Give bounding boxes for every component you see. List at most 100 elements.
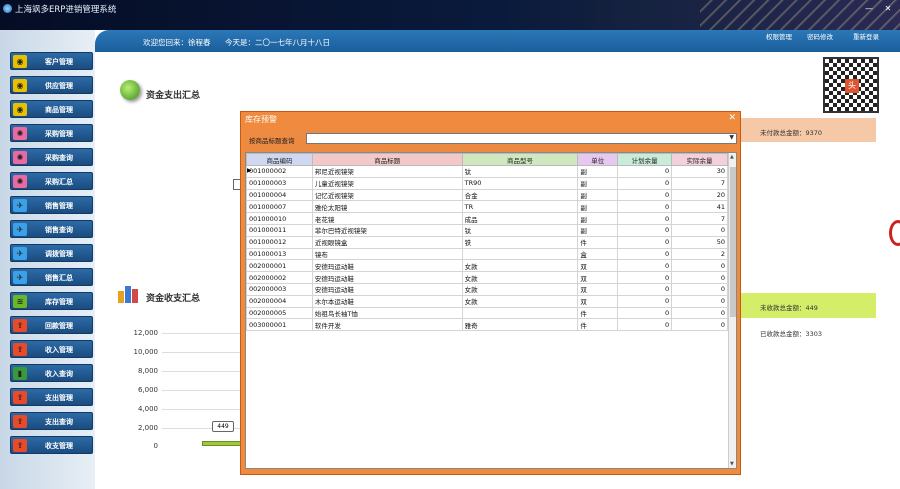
column-header[interactable]: 商品型号 [461, 153, 579, 166]
table-cell[interactable]: 邦尼近视镜架 [311, 165, 463, 178]
sidebar-item[interactable]: ⇪ 收支管理 [10, 436, 93, 454]
table-cell[interactable]: 30 [671, 165, 728, 178]
table-cell[interactable]: 001000012 [246, 235, 313, 249]
sidebar-item[interactable]: ≋ 库存管理 [10, 292, 93, 310]
table-cell[interactable]: 0 [617, 247, 673, 261]
table-cell[interactable]: 41 [671, 200, 728, 214]
sidebar-item[interactable]: ✈ 销售汇总 [10, 268, 93, 286]
minimize-button[interactable]: — [863, 4, 875, 14]
table-cell[interactable]: 盒 [577, 247, 619, 261]
vertical-scrollbar[interactable]: ▲ ▼ [728, 153, 736, 468]
table-cell[interactable]: 0 [671, 294, 728, 308]
table-cell[interactable]: 0 [671, 271, 728, 284]
table-cell[interactable]: 001000004 [246, 188, 313, 202]
close-window-button[interactable]: ✕ [882, 4, 894, 14]
scroll-down-icon[interactable]: ▼ [730, 461, 734, 467]
table-cell[interactable]: 件 [577, 306, 619, 320]
table-row[interactable]: 002000003 安德玛运动鞋 女款双 0 0 [246, 282, 728, 296]
table-cell[interactable]: 记忆近视镜架 [311, 188, 463, 202]
table-row[interactable]: 001000007 雅伦太阳镜 TR 副 0 41 [246, 200, 728, 214]
table-cell[interactable]: 7 [671, 176, 728, 190]
sidebar-item[interactable]: ⇪ 支出管理 [10, 388, 93, 406]
table-row[interactable]: 002000002 安德玛运动鞋 女款双 0 0 [246, 271, 728, 284]
table-cell[interactable]: 0 [617, 306, 673, 320]
sidebar-item[interactable]: ◉ 供应管理 [10, 76, 93, 94]
relogin-link[interactable]: 重新登录 [853, 31, 879, 41]
sidebar-item[interactable]: ✈ 销售管理 [10, 196, 93, 214]
table-cell[interactable]: 002000003 [246, 282, 313, 296]
sidebar-item[interactable]: ⇪ 收入管理 [10, 340, 93, 358]
table-row[interactable]: 001000013 镜布 盒 0 2 [246, 247, 728, 261]
sidebar-item[interactable]: ◉ 客户管理 [10, 52, 93, 70]
table-cell[interactable]: 双 [577, 259, 619, 273]
sidebar-item[interactable]: ◉ 商品管理 [10, 100, 93, 118]
table-cell[interactable]: 0 [617, 318, 673, 332]
table-cell[interactable]: 50 [671, 235, 728, 249]
table-cell[interactable]: 副 [577, 212, 619, 225]
table-cell[interactable]: 件 [577, 235, 619, 249]
sidebar-item[interactable]: ✺ 采购汇总 [10, 172, 93, 190]
table-cell[interactable]: 成品 [461, 212, 579, 225]
table-cell[interactable]: 001000010 [246, 212, 313, 225]
table-cell[interactable]: 女款 [461, 259, 579, 273]
table-cell[interactable]: 合金 [461, 188, 579, 202]
table-cell[interactable]: 20 [671, 188, 728, 202]
table-row[interactable]: 002000005 始祖鸟长袖T恤件 0 0 [246, 306, 728, 320]
table-cell[interactable]: 副 [577, 200, 619, 214]
sidebar-item[interactable]: ▮ 收入查询 [10, 364, 93, 382]
column-header[interactable]: 单位 [577, 153, 619, 166]
table-cell[interactable]: 雅奇 [461, 318, 579, 332]
table-cell[interactable]: 0 [671, 259, 728, 273]
change-password-link[interactable]: 密码修改 [807, 31, 833, 41]
sidebar-item[interactable]: ⇪ 回款管理 [10, 316, 93, 334]
table-cell[interactable]: 001000011 [246, 223, 313, 237]
table-cell[interactable]: 铁 [461, 235, 579, 249]
table-cell[interactable]: 安德玛运动鞋 [311, 259, 463, 273]
sidebar-item[interactable]: ⇪ 支出查询 [10, 412, 93, 430]
table-cell[interactable]: 始祖鸟长袖T恤 [311, 306, 463, 320]
table-cell[interactable]: 0 [617, 212, 673, 225]
table-cell[interactable]: 0 [617, 223, 673, 237]
chevron-down-icon[interactable]: ▼ [729, 134, 734, 141]
table-cell[interactable]: 002000001 [246, 259, 313, 273]
table-row[interactable]: 001000002 邦尼近视镜架钛副 0 30 [246, 165, 728, 178]
table-cell[interactable]: 钛 [461, 223, 579, 237]
table-cell[interactable]: 儿童近视镜架 [311, 176, 463, 190]
table-row[interactable]: 001000011 菲尔巴特近视镜架钛副 0 0 [246, 223, 728, 237]
table-row[interactable]: 002000004 木尔本运动鞋 女款双 0 0 [246, 294, 728, 308]
table-cell[interactable]: 002000002 [246, 271, 313, 284]
table-cell[interactable]: TR90 [461, 176, 579, 190]
table-row[interactable]: 003000001 软件开发 雅奇件 0 0 [246, 318, 728, 332]
table-cell[interactable]: 双 [577, 271, 619, 284]
table-row[interactable]: 002000001 安德玛运动鞋 女款双 0 0 [246, 259, 728, 273]
sidebar-item[interactable]: ✺ 采购管理 [10, 124, 93, 142]
table-cell[interactable] [461, 306, 579, 320]
table-cell[interactable]: 副 [577, 176, 619, 190]
table-cell[interactable]: 女款 [461, 282, 579, 296]
table-cell[interactable]: 001000003 [246, 176, 313, 190]
table-cell[interactable]: 002000005 [246, 306, 313, 320]
table-row[interactable]: 001000004 记忆近视镜架 合金副 0 20 [246, 188, 728, 202]
table-cell[interactable]: TR [461, 200, 579, 214]
sidebar-item[interactable]: ✺ 采购查询 [10, 148, 93, 166]
table-cell[interactable]: 2 [671, 247, 728, 261]
table-row[interactable]: 001000003 儿童近视镜架 TR90 副 0 7 [246, 176, 728, 190]
table-cell[interactable]: 0 [671, 306, 728, 320]
sidebar-item[interactable]: ✈ 调拨管理 [10, 244, 93, 262]
table-cell[interactable]: 0 [617, 176, 673, 190]
table-cell[interactable]: 老花镜 [311, 212, 463, 225]
table-cell[interactable]: 0 [617, 294, 673, 308]
table-cell[interactable]: 0 [617, 235, 673, 249]
table-cell[interactable]: 002000004 [246, 294, 313, 308]
sidebar-item[interactable]: ✈ 销售查询 [10, 220, 93, 238]
table-cell[interactable]: 件 [577, 318, 619, 332]
table-cell[interactable]: 7 [671, 212, 728, 225]
scroll-up-icon[interactable]: ▲ [730, 154, 734, 160]
table-cell[interactable]: 0 [617, 165, 673, 178]
column-header[interactable]: 计划余量 [617, 153, 673, 166]
table-cell[interactable]: 0 [671, 318, 728, 332]
table-cell[interactable]: 0 [617, 271, 673, 284]
table-cell[interactable]: 副 [577, 188, 619, 202]
table-cell[interactable]: 001000013 [246, 247, 313, 261]
table-cell[interactable]: 雅伦太阳镜 [311, 200, 463, 214]
